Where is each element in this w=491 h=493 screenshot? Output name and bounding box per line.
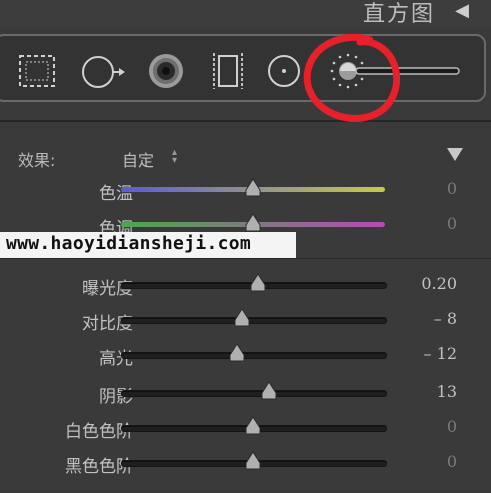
section-divider — [0, 258, 491, 259]
tool-strip — [0, 34, 486, 102]
slider-value[interactable]: 0 — [447, 214, 457, 233]
slider-value[interactable]: 0.20 — [421, 274, 457, 293]
highlights-slider-track[interactable] — [121, 352, 387, 359]
slider-value[interactable]: 0 — [447, 179, 457, 198]
slider-row-whites: 白色色阶 0 — [0, 413, 491, 443]
red-eye-icon[interactable] — [144, 36, 188, 104]
highlights-slider-thumb[interactable] — [228, 342, 246, 364]
watermark-text: www.haoyidiansheji.com — [6, 233, 252, 254]
crop-overlay-icon[interactable] — [14, 36, 60, 104]
contrast-slider-thumb[interactable] — [233, 307, 251, 329]
effect-row: 效果: 自定 ▴ ▾ — [0, 144, 491, 170]
whites-slider-thumb[interactable] — [244, 415, 262, 437]
effect-stepper-icon[interactable]: ▴ ▾ — [172, 148, 177, 166]
slider-row-blacks: 黑色色阶 0 — [0, 448, 491, 478]
blacks-slider-thumb[interactable] — [244, 450, 262, 472]
effect-label: 效果: — [18, 151, 56, 170]
slider-row-highlights: 高光 – 12 — [0, 340, 491, 370]
radial-filter-icon[interactable] — [264, 36, 304, 104]
slider-value[interactable]: 13 — [437, 382, 457, 401]
histogram-title: 直方图 — [362, 2, 435, 27]
slider-row-exposure: 曝光度 0.20 — [0, 270, 491, 300]
temperature-slider-thumb[interactable] — [244, 177, 262, 199]
triangle-left-icon[interactable]: ◀ — [455, 0, 469, 21]
tint-slider-thumb[interactable] — [244, 212, 262, 234]
histogram-header: 直方图 ◀ — [0, 0, 491, 28]
effect-dropdown[interactable]: 自定 — [122, 147, 154, 171]
exposure-slider-thumb[interactable] — [249, 272, 267, 294]
basic-panel: 效果: 自定 ▴ ▾ 色温 0 色调 0 曝光度 0.20 对比度 – 8 高光 … — [0, 122, 491, 493]
disclosure-triangle-icon[interactable] — [447, 148, 463, 161]
shadows-slider-thumb[interactable] — [260, 380, 278, 402]
watermark-banner: www.haoyidiansheji.com — [0, 232, 296, 258]
slider-row-temperature: 色温 0 — [0, 175, 491, 205]
shadows-slider-track[interactable] — [121, 390, 387, 397]
contrast-slider-track[interactable] — [121, 317, 387, 324]
slider-row-shadows: 阴影 13 — [0, 378, 491, 408]
slider-value[interactable]: 0 — [447, 452, 457, 471]
spot-removal-icon[interactable] — [78, 36, 128, 104]
slider-value[interactable]: – 12 — [424, 344, 457, 363]
graduated-filter-icon[interactable] — [208, 36, 248, 104]
slider-row-contrast: 对比度 – 8 — [0, 305, 491, 335]
slider-value[interactable]: 0 — [447, 417, 457, 436]
slider-value[interactable]: – 8 — [434, 309, 457, 328]
annotation-circle — [303, 33, 401, 122]
